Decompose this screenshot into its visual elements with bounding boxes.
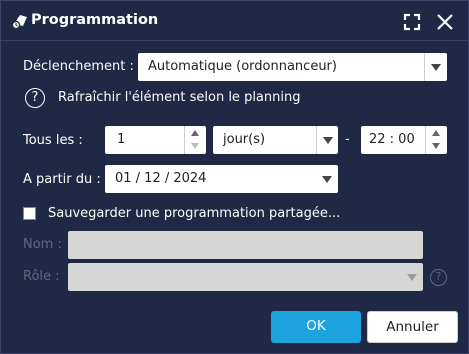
start-label: A partir du : — [23, 172, 101, 187]
ok-button[interactable]: OK — [271, 311, 361, 343]
every-unit-select[interactable]: jour(s) — [213, 126, 338, 154]
count-spinner — [184, 126, 206, 154]
start-date-value: 01 / 12 / 2024 — [115, 171, 207, 186]
increment-icon[interactable] — [185, 126, 206, 140]
help-icon[interactable]: ? — [25, 88, 45, 108]
cancel-button[interactable]: Annuler — [367, 311, 458, 343]
every-count-value: 1 — [117, 132, 126, 147]
role-help-icon: ? — [430, 269, 447, 286]
expand-icon[interactable] — [401, 11, 423, 33]
decrement-icon[interactable] — [426, 140, 447, 154]
trigger-select[interactable]: Automatique (ordonnanceur) — [138, 53, 447, 81]
chevron-down-icon — [401, 263, 423, 291]
name-input — [68, 231, 423, 259]
trigger-label: Déclenchement : — [23, 59, 134, 74]
close-icon[interactable] — [434, 11, 456, 33]
every-label: Tous les : — [23, 133, 83, 148]
role-select — [68, 263, 423, 291]
schedule-app-icon — [11, 15, 27, 29]
shared-checkbox[interactable] — [23, 207, 36, 220]
trigger-value: Automatique (ordonnanceur) — [148, 59, 337, 74]
chevron-down-icon — [316, 126, 338, 154]
shared-label[interactable]: Sauvegarder une programmation partagée..… — [48, 206, 340, 221]
schedule-dialog: Programmation Déclenchement : Automatiqu… — [0, 0, 469, 354]
role-label: Rôle : — [23, 269, 60, 284]
start-date-picker[interactable]: 01 / 12 / 2024 — [105, 165, 338, 193]
name-label: Nom : — [23, 237, 62, 252]
decrement-icon[interactable] — [185, 140, 206, 154]
time-input[interactable]: 22 : 00 — [361, 126, 447, 154]
title-bar: Programmation — [1, 1, 468, 41]
chevron-down-icon — [316, 165, 338, 193]
time-value: 22 : 00 — [369, 132, 415, 147]
help-text: Rafraîchir l'élément selon le planning — [58, 90, 301, 105]
dialog-title: Programmation — [31, 12, 159, 28]
every-unit-value: jour(s) — [223, 132, 266, 147]
time-spinner — [425, 126, 447, 154]
time-separator: - — [345, 132, 350, 147]
chevron-down-icon — [424, 53, 446, 81]
increment-icon[interactable] — [426, 126, 447, 140]
every-count-stepper[interactable]: 1 — [105, 126, 206, 154]
